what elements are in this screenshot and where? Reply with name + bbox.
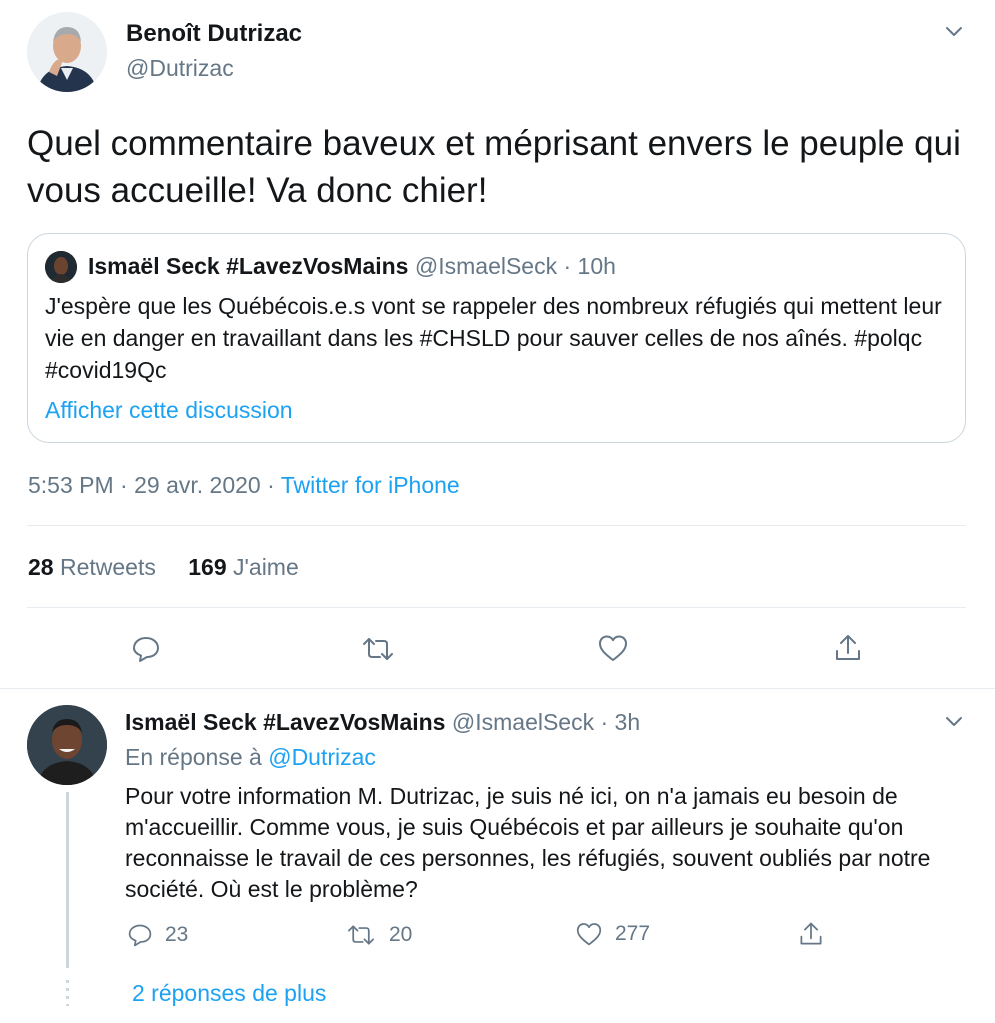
reply-author-meta: @IsmaelSeck · 3h [445, 709, 641, 735]
share-upload-icon [800, 922, 822, 945]
quoted-author-meta: @IsmaelSeck · 10h [408, 253, 616, 279]
author-avatar[interactable] [27, 12, 107, 92]
like-button[interactable] [597, 633, 629, 663]
divider [27, 607, 966, 608]
reply-retweet-button[interactable]: 20 [345, 922, 412, 948]
speech-bubble-icon [128, 924, 152, 947]
heart-icon [576, 923, 602, 946]
tweet-text: Quel commentaire baveux et méprisant env… [27, 124, 961, 210]
retweets-stat[interactable]: 28 Retweets [28, 554, 156, 580]
timestamp-text: 5:53 PM · 29 avr. 2020 · [28, 472, 281, 498]
retweet-button[interactable] [360, 634, 396, 664]
reply-prefix: En réponse à [125, 744, 269, 770]
reply-author-name[interactable]: Ismaël Seck #LavezVosMains [125, 709, 445, 735]
reply-context: En réponse à @Dutrizac [125, 744, 376, 771]
reply-button[interactable] [131, 634, 161, 664]
quoted-author-avatar [45, 251, 77, 283]
author-name[interactable]: Benoît Dutrizac [126, 20, 302, 48]
chevron-down-icon[interactable] [943, 20, 965, 42]
share-button[interactable] [832, 632, 864, 664]
divider [27, 525, 966, 526]
reply-header: Ismaël Seck #LavezVosMains @IsmaelSeck ·… [125, 709, 640, 736]
retweets-count: 28 [28, 554, 54, 580]
chevron-down-icon[interactable] [943, 710, 965, 732]
more-replies-link[interactable]: 2 réponses de plus [132, 980, 326, 1007]
client-link[interactable]: Twitter for iPhone [281, 472, 460, 498]
retweet-arrows-icon [347, 925, 374, 945]
reply-author-avatar[interactable] [27, 705, 107, 785]
reply-mention-link[interactable]: @Dutrizac [268, 744, 376, 770]
share-upload-icon [836, 635, 860, 660]
speech-bubble-icon [133, 637, 159, 662]
tweet-separator [0, 688, 995, 689]
tweet-timestamp: 5:53 PM · 29 avr. 2020 · Twitter for iPh… [28, 472, 460, 499]
reply-share-button[interactable] [797, 920, 825, 948]
quoted-tweet-header: Ismaël Seck #LavezVosMains @IsmaelSeck ·… [88, 253, 616, 280]
reply-replies-count: 23 [165, 923, 189, 946]
thread-line [66, 792, 69, 968]
reply-likes-count: 277 [615, 922, 651, 945]
show-thread-link[interactable]: Afficher cette discussion [45, 397, 293, 424]
heart-icon [599, 635, 627, 661]
retweets-label: Retweets [53, 554, 156, 580]
likes-label: J'aime [226, 554, 299, 580]
reply-text: Pour votre information M. Dutrizac, je s… [125, 783, 931, 902]
author-handle[interactable]: @Dutrizac [126, 55, 234, 82]
likes-count: 169 [188, 554, 227, 580]
quoted-author-name: Ismaël Seck #LavezVosMains [88, 253, 409, 279]
likes-stat[interactable]: 169 J'aime [188, 554, 299, 580]
engagement-stats: 28 Retweets 169 J'aime [28, 554, 299, 581]
reply-reply-button[interactable]: 23 [127, 922, 188, 948]
thread-dots [66, 980, 69, 1006]
reply-like-button[interactable]: 277 [575, 921, 650, 947]
quoted-tweet-text: J'espère que les Québécois.e.s vont se r… [45, 293, 942, 383]
retweet-arrows-icon [363, 638, 393, 660]
reply-retweets-count: 20 [389, 923, 413, 946]
